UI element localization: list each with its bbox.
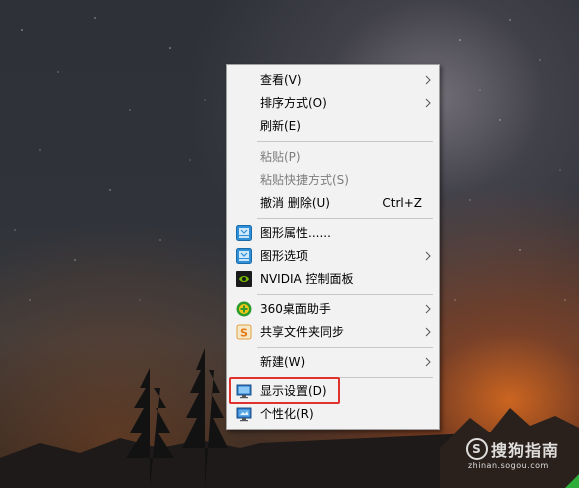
menu-item-paste[interactable]: 粘贴(P) <box>228 146 438 168</box>
chevron-right-icon <box>425 251 431 261</box>
menu-item-new[interactable]: 新建(W) <box>228 351 438 373</box>
menu-item-label: 图形选项 <box>260 249 309 263</box>
menu-item-graphics-properties[interactable]: 图形属性...... <box>228 222 438 244</box>
menu-item-graphics-options[interactable]: 图形选项 <box>228 245 438 267</box>
menu-item-360-desktop-assistant[interactable]: 360桌面助手 <box>228 298 438 320</box>
watermark-site: zhinan.sogou.com <box>467 461 549 470</box>
menu-separator <box>257 141 433 142</box>
chevron-right-icon <box>425 304 431 314</box>
menu-item-label: 新建(W) <box>260 355 306 369</box>
watermark-brand-text: 搜狗指南 <box>490 441 559 460</box>
menu-item-undo-delete[interactable]: 撤消 删除(U) Ctrl+Z <box>228 192 438 214</box>
chevron-right-icon <box>425 327 431 337</box>
menu-item-label: NVIDIA 控制面板 <box>260 272 354 286</box>
menu-separator <box>257 294 433 295</box>
personalize-icon <box>236 407 252 422</box>
menu-item-label: 共享文件夹同步 <box>260 325 345 339</box>
360-assistant-icon <box>236 301 252 317</box>
menu-separator <box>257 347 433 348</box>
corner-accent <box>565 474 579 488</box>
intel-graphics-icon <box>236 225 252 241</box>
menu-item-paste-shortcut[interactable]: 粘贴快捷方式(S) <box>228 169 438 191</box>
menu-item-label: 图形属性...... <box>260 226 331 240</box>
menu-item-label: 粘贴(P) <box>260 150 301 164</box>
menu-item-shared-folder-sync[interactable]: S 共享文件夹同步 <box>228 321 438 343</box>
sogou-watermark: S 搜狗指南 zhinan.sogou.com <box>465 437 559 470</box>
menu-item-view[interactable]: 查看(V) <box>228 69 438 91</box>
desktop-context-menu: 查看(V) 排序方式(O) 刷新(E) 粘贴(P) 粘贴快捷方式(S) 撤消 删… <box>226 64 440 430</box>
menu-item-sort-by[interactable]: 排序方式(O) <box>228 92 438 114</box>
chevron-right-icon <box>425 98 431 108</box>
folder-sync-icon: S <box>236 324 252 340</box>
highlight-annotation <box>229 377 340 404</box>
menu-item-label: 撤消 删除(U) <box>260 196 330 210</box>
menu-item-label: 360桌面助手 <box>260 302 331 316</box>
sogou-logo-icon: S <box>465 438 488 460</box>
menu-separator <box>257 218 433 219</box>
menu-item-label: 查看(V) <box>260 73 302 87</box>
menu-item-shortcut: Ctrl+Z <box>382 196 422 210</box>
intel-graphics-icon <box>236 248 252 264</box>
chevron-right-icon <box>425 357 431 367</box>
chevron-right-icon <box>425 75 431 85</box>
menu-item-label: 排序方式(O) <box>260 96 327 110</box>
menu-item-label: 刷新(E) <box>260 119 301 133</box>
svg-text:S: S <box>240 327 248 340</box>
nvidia-icon <box>236 271 252 287</box>
menu-item-refresh[interactable]: 刷新(E) <box>228 115 438 137</box>
menu-item-label: 粘贴快捷方式(S) <box>260 173 349 187</box>
menu-item-label: 个性化(R) <box>260 407 314 421</box>
menu-item-personalize[interactable]: 个性化(R) <box>228 403 438 425</box>
watermark-brand: S 搜狗指南 <box>465 437 559 461</box>
menu-item-nvidia-control-panel[interactable]: NVIDIA 控制面板 <box>228 268 438 290</box>
